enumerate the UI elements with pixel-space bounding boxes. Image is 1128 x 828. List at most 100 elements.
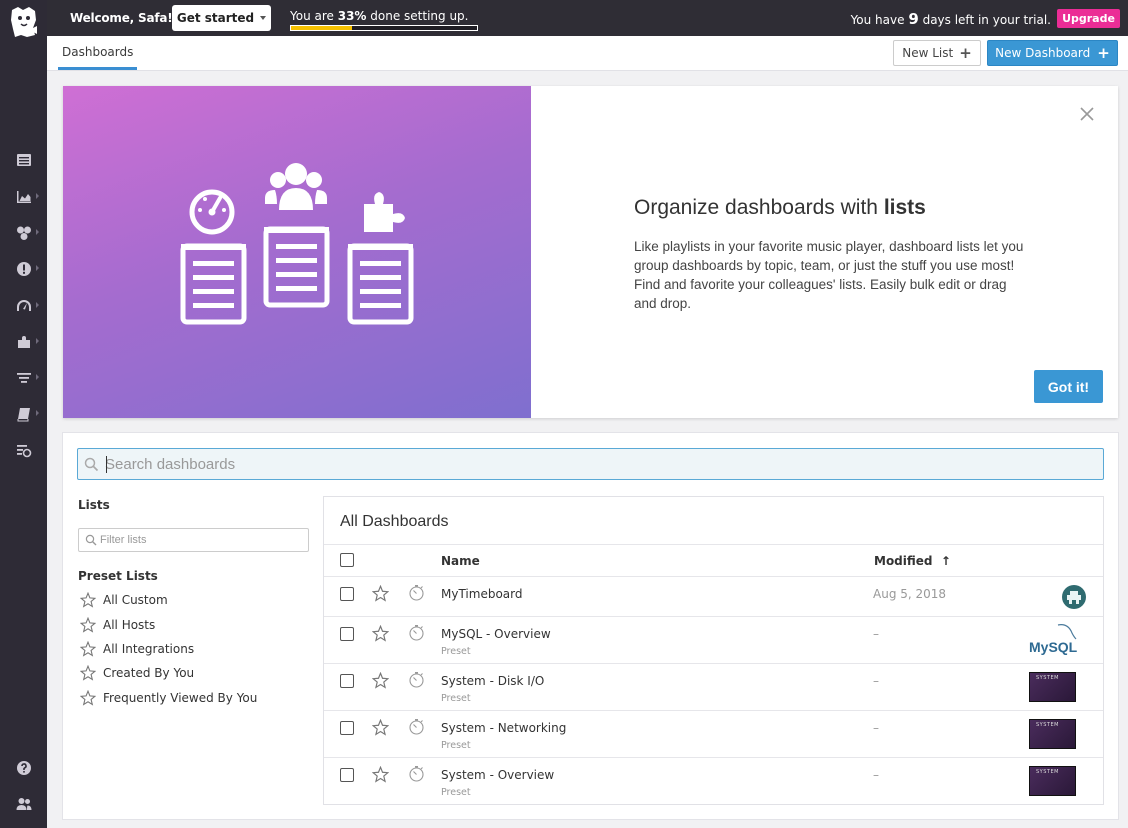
stopwatch-icon (409, 672, 424, 688)
search-box (77, 448, 1104, 480)
star-icon[interactable] (80, 617, 96, 633)
got-it-button[interactable]: Got it! (1034, 370, 1103, 403)
help-icon (16, 761, 31, 775)
star-icon[interactable] (372, 672, 389, 689)
preset-list-item[interactable]: All Custom (80, 590, 168, 610)
row-checkbox[interactable] (340, 674, 354, 688)
all-dashboards-list: All Dashboards Name Modified ↑ MyTimeboa… (323, 496, 1104, 805)
star-icon[interactable] (80, 690, 96, 706)
search-icon (85, 534, 97, 546)
dashboard-name[interactable]: System - Disk I/O (441, 674, 544, 688)
nav-help[interactable] (0, 754, 47, 782)
dashboard-name[interactable]: MyTimeboard (441, 587, 522, 601)
sub-header: Dashboards New List + New Dashboard + (47, 36, 1128, 71)
alert-icon (16, 262, 31, 276)
nav-team[interactable] (0, 790, 47, 818)
nav-monitors[interactable] (0, 255, 47, 283)
preset-list-item[interactable]: Frequently Viewed By You (80, 688, 257, 708)
trial-days: 9 (908, 10, 919, 28)
get-started-dropdown[interactable]: Get started (172, 5, 271, 31)
chevron-down-icon (260, 16, 267, 20)
nav-apm[interactable] (0, 292, 47, 320)
setup-percent: 33% (337, 9, 367, 23)
new-list-label: New List (902, 46, 954, 60)
table-row[interactable]: MySQL - Overview Preset – MySQL (324, 617, 1103, 664)
dashboard-name[interactable]: System - Overview (441, 768, 554, 782)
stopwatch-icon (409, 766, 424, 782)
system-thumbnail: SYSTEM (1029, 719, 1076, 749)
tab-dashboards[interactable]: Dashboards (58, 36, 138, 70)
trial-notice: You have 9 days left in your trial. (850, 10, 1051, 28)
search-icon (84, 457, 99, 472)
row-checkbox[interactable] (340, 587, 354, 601)
system-thumb-label: SYSTEM (1036, 722, 1059, 728)
welcome-text: Welcome, Safa! (70, 11, 173, 25)
new-list-button[interactable]: New List + (893, 40, 981, 66)
system-thumbnail: SYSTEM (1029, 672, 1076, 702)
column-header-modified[interactable]: Modified ↑ (874, 554, 951, 568)
preset-list-item[interactable]: Created By You (80, 663, 194, 683)
filter-lists-input[interactable] (100, 532, 300, 548)
nav-notebooks[interactable] (0, 400, 47, 428)
modified-date: – (873, 768, 879, 782)
star-icon[interactable] (80, 665, 96, 681)
row-checkbox[interactable] (340, 627, 354, 641)
preset-list-item[interactable]: All Integrations (80, 639, 194, 659)
mysql-logo-icon: MySQL (1028, 621, 1078, 657)
row-checkbox[interactable] (340, 721, 354, 735)
hexagons-icon (16, 226, 31, 240)
team-icon (16, 798, 31, 810)
nav-integrations[interactable] (0, 328, 47, 356)
select-all-checkbox[interactable] (340, 553, 354, 567)
dashboards-panel: Lists Preset Lists All Custom All Hosts … (62, 432, 1119, 820)
setup-progress-text: You are 33% done setting up. (290, 9, 469, 23)
new-dashboard-label: New Dashboard (995, 46, 1091, 60)
preset-lists-heading: Preset Lists (78, 569, 158, 583)
upgrade-button[interactable]: Upgrade (1057, 9, 1120, 28)
preset-list-label: All Integrations (103, 642, 195, 656)
table-row[interactable]: MyTimeboard Aug 5, 2018 (324, 577, 1103, 617)
nav-dashboards[interactable] (0, 183, 47, 211)
nav-synthetics[interactable] (0, 437, 47, 465)
stopwatch-icon (409, 719, 424, 735)
nav-events[interactable] (0, 146, 47, 174)
table-row[interactable]: System - Overview Preset – SYSTEM (324, 758, 1103, 804)
promo-title: Organize dashboards with lists (634, 196, 926, 219)
chart-icon (16, 191, 31, 203)
datadog-logo-icon[interactable] (9, 4, 39, 38)
modified-date: Aug 5, 2018 (873, 587, 947, 601)
star-icon[interactable] (80, 641, 96, 657)
star-icon[interactable] (80, 592, 96, 608)
dashboard-name[interactable]: MySQL - Overview (441, 627, 551, 641)
row-checkbox[interactable] (340, 768, 354, 782)
table-row[interactable]: System - Disk I/O Preset – SYSTEM (324, 664, 1103, 711)
star-icon[interactable] (372, 766, 389, 783)
preset-list-item[interactable]: All Hosts (80, 615, 155, 635)
column-header-name[interactable]: Name (441, 554, 480, 568)
new-dashboard-button[interactable]: New Dashboard + (987, 40, 1118, 66)
mysql-logo-text: MySQL (1029, 639, 1078, 655)
setup-progress-bar (290, 25, 478, 31)
nav-infrastructure[interactable] (0, 219, 47, 247)
dashboard-name[interactable]: System - Networking (441, 721, 566, 735)
preset-tag: Preset (441, 693, 471, 704)
table-header: Name Modified ↑ (324, 544, 1103, 577)
star-icon[interactable] (372, 625, 389, 642)
nav-logs[interactable] (0, 364, 47, 392)
preset-list-label: Created By You (103, 666, 195, 680)
search-input[interactable] (105, 453, 1085, 475)
star-icon[interactable] (372, 585, 389, 602)
table-row[interactable]: System - Networking Preset – SYSTEM (324, 711, 1103, 758)
filter-lists-box (78, 528, 309, 552)
preset-list-label: All Custom (103, 593, 168, 607)
stopwatch-icon (409, 625, 424, 641)
top-bar: Welcome, Safa! Get started You are 33% d… (47, 0, 1128, 36)
plus-icon: + (959, 43, 972, 62)
get-started-label: Get started (176, 11, 255, 25)
star-icon[interactable] (372, 719, 389, 736)
preset-tag: Preset (441, 646, 471, 657)
system-thumb-label: SYSTEM (1036, 675, 1059, 681)
system-thumbnail: SYSTEM (1029, 766, 1076, 796)
promo-illustration (63, 86, 531, 418)
close-icon[interactable] (1078, 105, 1096, 123)
